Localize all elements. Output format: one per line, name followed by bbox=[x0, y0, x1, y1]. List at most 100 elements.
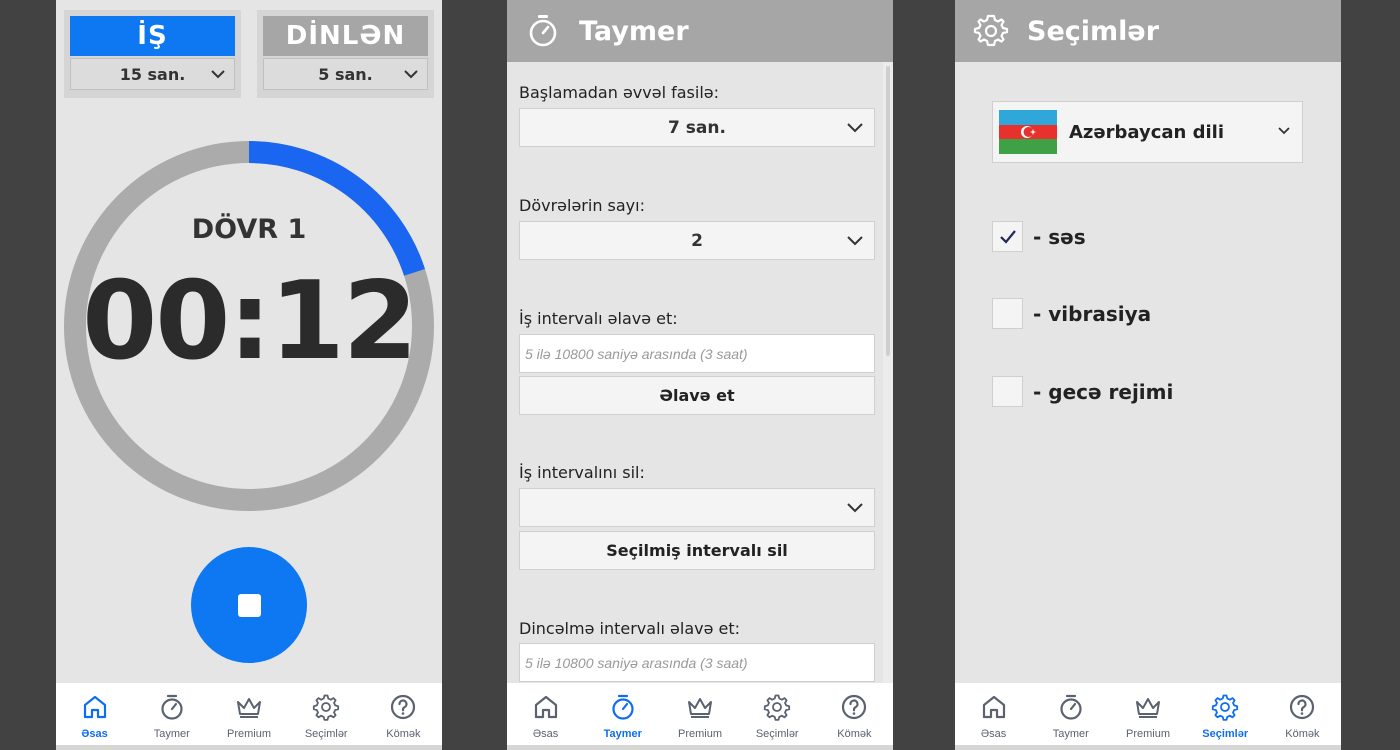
checkbox[interactable] bbox=[992, 221, 1023, 252]
nav-item-help[interactable]: Kömək bbox=[1264, 683, 1341, 750]
nav-item-label: Taymer bbox=[1052, 728, 1089, 740]
crown-icon bbox=[235, 693, 263, 725]
bottom-nav: Əsas Taymer Premium Seçimlər Kömək bbox=[507, 683, 893, 750]
pre-pause-select[interactable]: 7 san. bbox=[519, 108, 875, 147]
stop-icon bbox=[237, 593, 261, 617]
add-work-label: İş intervalı əlavə et: bbox=[519, 309, 678, 328]
check-icon bbox=[999, 229, 1016, 244]
add-rest-label: Dincəlmə intervalı əlavə et: bbox=[519, 619, 741, 638]
delete-work-select[interactable] bbox=[519, 488, 875, 527]
checkbox-label: - səs bbox=[1033, 224, 1086, 249]
work-duration-select[interactable]: 15 san. bbox=[70, 58, 235, 90]
nav-item-label: Taymer bbox=[603, 728, 642, 740]
checkbox[interactable] bbox=[992, 376, 1023, 407]
gear-icon bbox=[973, 14, 1009, 47]
timer-screen: Taymer Başlamadan əvvəl fasilə: 7 san. D… bbox=[507, 0, 893, 750]
nav-item-label: Əsas bbox=[980, 728, 1007, 740]
nav-item-label: Seçimlər bbox=[304, 728, 348, 740]
nav-item-label: Seçimlər bbox=[1202, 728, 1249, 740]
chevron-down-icon bbox=[847, 503, 863, 513]
nav-item-crown[interactable]: Premium bbox=[661, 683, 738, 750]
bottom-nav: Əsas Taymer Premium Seçimlər Kömək bbox=[955, 683, 1341, 750]
nav-item-label: Seçimlər bbox=[755, 728, 799, 740]
settings-option-row: - səs bbox=[992, 221, 1086, 252]
nav-item-label: Kömək bbox=[386, 728, 421, 740]
delete-selected-button[interactable]: Seçilmiş intervalı sil bbox=[519, 531, 875, 570]
azerbaijan-flag-icon bbox=[999, 110, 1057, 155]
main-screen: İŞ 15 san. DİNLƏN 5 san. DÖVR 1 00:12 Əs… bbox=[56, 0, 442, 750]
pre-pause-value: 7 san. bbox=[668, 117, 726, 138]
stopwatch-icon bbox=[609, 693, 637, 725]
nav-item-help[interactable]: Kömək bbox=[365, 683, 442, 750]
checkbox[interactable] bbox=[992, 298, 1023, 329]
nav-item-gear[interactable]: Seçimlər bbox=[739, 683, 816, 750]
nav-item-help[interactable]: Kömək bbox=[816, 683, 893, 750]
rest-duration-select[interactable]: 5 san. bbox=[263, 58, 428, 90]
nav-item-label: Əsas bbox=[81, 728, 108, 740]
cycle-label: DÖVR 1 bbox=[191, 214, 307, 245]
home-icon bbox=[980, 693, 1008, 725]
nav-item-label: Əsas bbox=[532, 728, 559, 740]
settings-option-row: - vibrasiya bbox=[992, 298, 1151, 329]
add-rest-input[interactable]: 5 ilə 10800 saniyə arasında (3 saat) bbox=[519, 643, 875, 682]
rounds-value: 2 bbox=[691, 230, 703, 251]
page-title: Taymer bbox=[579, 15, 689, 47]
chevron-down-icon bbox=[404, 70, 418, 79]
timer-countdown: 00:12 bbox=[82, 259, 418, 384]
nav-item-label: Premium bbox=[227, 728, 272, 740]
nav-item-stopwatch[interactable]: Taymer bbox=[133, 683, 210, 750]
home-icon bbox=[532, 693, 560, 725]
chevron-down-icon bbox=[1278, 127, 1290, 135]
help-icon bbox=[840, 693, 868, 725]
nav-item-crown[interactable]: Premium bbox=[1109, 683, 1186, 750]
crown-icon bbox=[1134, 693, 1162, 725]
settings-screen: Seçimlər Azərbaycan dili - səs - vibrasiy… bbox=[955, 0, 1341, 750]
work-title[interactable]: İŞ bbox=[70, 16, 235, 56]
rest-duration-value: 5 san. bbox=[318, 64, 373, 84]
checkbox-label: - gecə rejimi bbox=[1033, 379, 1174, 404]
nav-item-label: Premium bbox=[1126, 728, 1171, 740]
nav-item-home[interactable]: Əsas bbox=[56, 683, 133, 750]
nav-item-gear[interactable]: Seçimlər bbox=[1187, 683, 1264, 750]
rest-mode-box: DİNLƏN 5 san. bbox=[257, 10, 434, 98]
nav-item-gear[interactable]: Seçimlər bbox=[288, 683, 365, 750]
nav-item-home[interactable]: Əsas bbox=[955, 683, 1032, 750]
gear-icon bbox=[1211, 693, 1239, 725]
help-icon bbox=[389, 693, 417, 725]
checkbox-label: - vibrasiya bbox=[1033, 301, 1152, 326]
work-mode-box: İŞ 15 san. bbox=[64, 10, 241, 98]
help-icon bbox=[1288, 693, 1316, 725]
nav-item-label: Kömək bbox=[1285, 728, 1320, 740]
rounds-label: Dövrələrin sayı: bbox=[519, 196, 645, 215]
stop-button[interactable] bbox=[191, 547, 307, 663]
delete-work-label: İş intervalını sil: bbox=[519, 463, 645, 482]
bottom-nav: Əsas Taymer Premium Seçimlər Kömək bbox=[56, 683, 442, 750]
nav-item-stopwatch[interactable]: Taymer bbox=[584, 683, 661, 750]
stopwatch-icon bbox=[1057, 693, 1085, 725]
nav-item-label: Taymer bbox=[153, 728, 190, 740]
chevron-down-icon bbox=[211, 70, 225, 79]
settings-option-row: - gecə rejimi bbox=[992, 376, 1173, 407]
stopwatch-icon bbox=[158, 693, 186, 725]
stopwatch-icon bbox=[529, 15, 557, 47]
gear-icon bbox=[763, 693, 791, 725]
nav-item-label: Premium bbox=[678, 728, 723, 740]
timer-header: Taymer bbox=[507, 0, 893, 62]
rounds-select[interactable]: 2 bbox=[519, 221, 875, 260]
gear-icon bbox=[312, 693, 340, 725]
rest-title[interactable]: DİNLƏN bbox=[263, 16, 428, 56]
add-work-button[interactable]: Əlavə et bbox=[519, 376, 875, 415]
chevron-down-icon bbox=[847, 236, 863, 246]
nav-item-crown[interactable]: Premium bbox=[210, 683, 287, 750]
nav-item-home[interactable]: Əsas bbox=[507, 683, 584, 750]
chevron-down-icon bbox=[847, 123, 863, 133]
home-icon bbox=[81, 693, 109, 725]
language-select[interactable]: Azərbaycan dili bbox=[992, 101, 1303, 163]
pre-pause-label: Başlamadan əvvəl fasilə: bbox=[519, 83, 719, 102]
add-work-input[interactable]: 5 ilə 10800 saniyə arasında (3 saat) bbox=[519, 334, 875, 373]
nav-item-stopwatch[interactable]: Taymer bbox=[1032, 683, 1109, 750]
work-duration-value: 15 san. bbox=[119, 64, 186, 84]
crown-icon bbox=[686, 693, 714, 725]
scrollbar-thumb[interactable] bbox=[886, 66, 890, 356]
page-title: Seçimlər bbox=[1027, 15, 1160, 47]
